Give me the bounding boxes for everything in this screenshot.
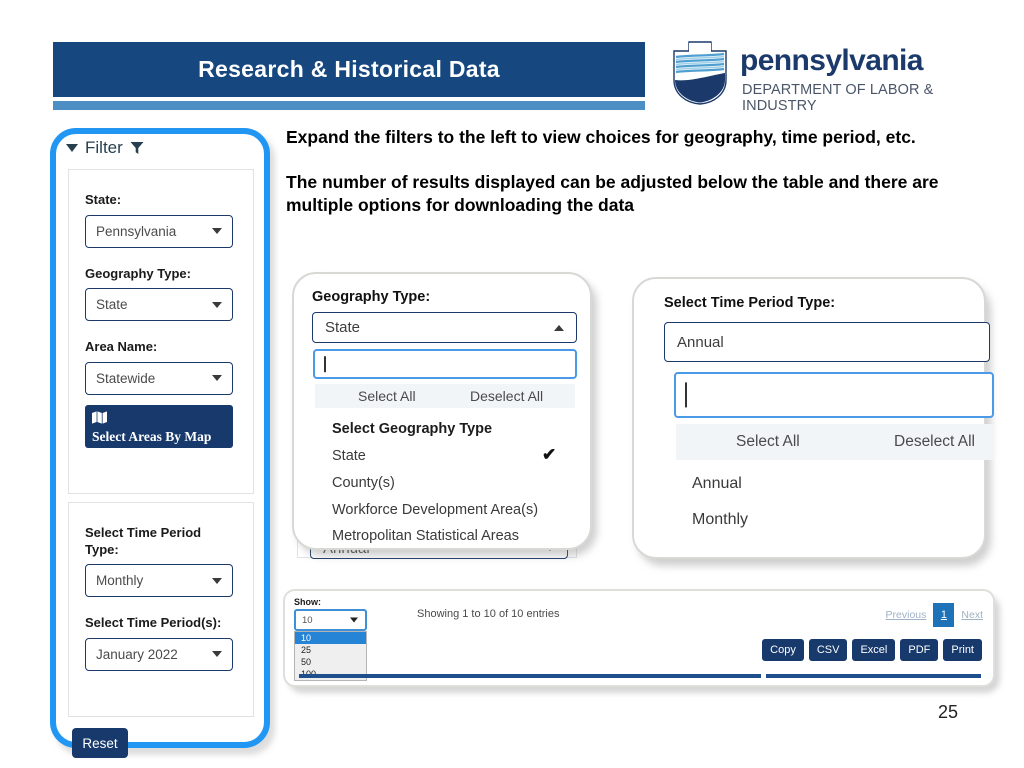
state-select[interactable]: Pennsylvania <box>85 214 233 248</box>
pagination-next[interactable]: Next <box>961 609 983 621</box>
chevron-down-icon <box>212 228 222 235</box>
area-name-select-value: Statewide <box>96 370 156 386</box>
horizontal-scrollbar[interactable] <box>299 674 981 678</box>
select-areas-by-map-label: Select Areas By Map <box>92 428 212 444</box>
time-period-type-field-label: Select Time Period Type: <box>85 525 202 557</box>
instruction-paragraph-1: Expand the filters to the left to view c… <box>286 127 916 147</box>
select-areas-by-map-button[interactable]: Select Areas By Map <box>85 404 233 448</box>
time-popup-select[interactable]: Annual <box>664 322 990 362</box>
time-option-annual[interactable]: Annual <box>692 475 742 493</box>
geography-filter-group: State: Pennsylvania Geography Type: Stat… <box>68 169 254 494</box>
time-option-monthly[interactable]: Monthly <box>692 511 748 529</box>
slide-number: 25 <box>938 702 959 722</box>
time-popup-select-value: Annual <box>677 333 724 351</box>
scrollbar-thumb[interactable] <box>299 674 761 678</box>
pagination-page-1[interactable]: 1 <box>933 603 955 627</box>
time-popup-label: Select Time Period Type: <box>664 295 836 311</box>
show-entries-value: 10 <box>302 614 313 626</box>
time-select-all-row: Select All Deselect All <box>676 424 994 460</box>
logo-wordmark: pennsylvania <box>740 44 923 77</box>
time-periods-select[interactable]: January 2022 <box>85 637 233 671</box>
funnel-icon <box>130 142 144 154</box>
page-title: Research & Historical Data <box>198 56 500 82</box>
pdf-button[interactable]: PDF <box>900 639 939 661</box>
keystone-icon <box>673 41 727 105</box>
text-cursor <box>324 356 326 372</box>
show-option-50[interactable]: 50 <box>295 656 366 668</box>
time-period-type-popup: Select Time Period Type: Annual Select A… <box>632 277 994 559</box>
scrollbar-track[interactable] <box>766 674 981 678</box>
chevron-down-icon <box>66 144 78 152</box>
copy-button[interactable]: Copy <box>762 639 804 661</box>
instruction-paragraph-2: The number of results displayed can be a… <box>286 172 939 216</box>
time-search-input[interactable] <box>674 372 994 418</box>
geography-option-msa[interactable]: Metropolitan Statistical Areas <box>332 528 519 544</box>
chevron-down-icon <box>212 375 222 382</box>
text-cursor <box>685 382 687 408</box>
time-deselect-all-button[interactable]: Deselect All <box>894 433 975 451</box>
filter-panel-header[interactable]: Filter <box>66 138 144 158</box>
filter-header-label: Filter <box>85 138 123 157</box>
geography-type-field-label: Geography Type: <box>85 265 191 281</box>
filter-panel: Filter State: Pennsylvania Geography Typ… <box>50 128 270 758</box>
showing-entries-text: Showing 1 to 10 of 10 entries <box>417 608 560 620</box>
geography-popup-select[interactable]: State <box>312 312 577 343</box>
show-entries-select[interactable]: 10 <box>294 609 367 631</box>
chevron-down-icon <box>212 651 222 658</box>
time-select-all-button[interactable]: Select All <box>736 433 800 451</box>
state-select-value: Pennsylvania <box>96 223 177 239</box>
geography-option-county[interactable]: County(s) <box>332 475 395 491</box>
geography-type-select-value: State <box>96 297 128 313</box>
geography-popup-label: Geography Type: <box>312 289 431 305</box>
geography-option-state[interactable]: State <box>332 448 366 464</box>
show-option-25[interactable]: 25 <box>295 644 366 656</box>
header-accent-strip <box>53 101 645 110</box>
geography-popup-select-value: State <box>325 319 361 336</box>
area-name-select[interactable]: Statewide <box>85 361 233 395</box>
geography-option-header: Select Geography Type <box>332 421 493 437</box>
table-controls-panel: Show: 10 10 25 50 100 Showing 1 to 10 of… <box>283 589 995 687</box>
logo-subtitle: DEPARTMENT OF LABOR & INDUSTRY <box>742 82 934 114</box>
export-button-group: Copy CSV Excel PDF Print <box>762 639 982 661</box>
slide-header-bar: Research & Historical Data <box>53 42 645 97</box>
area-name-field-label: Area Name: <box>85 339 158 355</box>
instruction-text: Expand the filters to the left to view c… <box>286 126 992 217</box>
chevron-up-icon <box>554 324 564 331</box>
reset-button[interactable]: Reset <box>72 728 128 758</box>
state-field-label: State: <box>85 192 122 207</box>
time-period-filter-group: Select Time Period Type: Monthly Select … <box>68 502 254 717</box>
geography-select-all-row: Select All Deselect All <box>315 384 575 408</box>
chevron-down-icon <box>212 577 222 584</box>
time-period-type-select-value: Monthly <box>96 573 144 589</box>
pagination: Previous 1 Next <box>886 603 983 627</box>
geography-type-popup: Geography Type: State Select All Deselec… <box>292 272 592 550</box>
time-periods-select-value: January 2022 <box>96 646 178 662</box>
show-entries-label: Show: <box>294 597 321 607</box>
geography-type-select[interactable]: State <box>85 288 233 322</box>
pagination-previous[interactable]: Previous <box>886 609 927 621</box>
geography-select-all-button[interactable]: Select All <box>358 388 416 404</box>
map-icon <box>92 411 107 424</box>
chevron-down-icon <box>350 617 358 623</box>
print-button[interactable]: Print <box>943 639 982 661</box>
excel-button[interactable]: Excel <box>852 639 896 661</box>
check-icon: ✔ <box>542 445 557 464</box>
csv-button[interactable]: CSV <box>808 639 848 661</box>
geography-search-input[interactable] <box>313 349 577 379</box>
geography-option-wda[interactable]: Workforce Development Area(s) <box>332 502 538 518</box>
show-option-10[interactable]: 10 <box>295 632 366 644</box>
time-period-type-select[interactable]: Monthly <box>85 564 233 598</box>
pennsylvania-logo: pennsylvania DEPARTMENT OF LABOR & INDUS… <box>668 40 986 114</box>
time-periods-field-label: Select Time Period(s): <box>85 615 222 631</box>
geography-deselect-all-button[interactable]: Deselect All <box>470 388 543 404</box>
chevron-down-icon <box>212 301 222 308</box>
